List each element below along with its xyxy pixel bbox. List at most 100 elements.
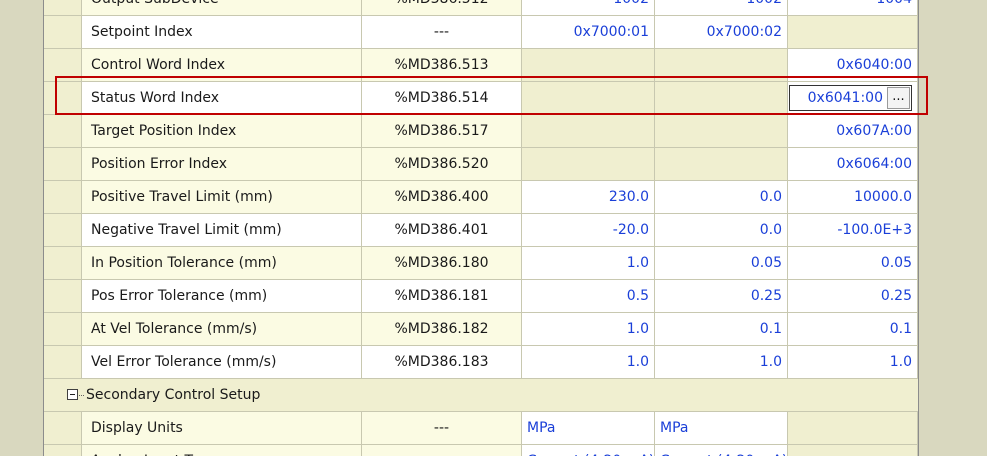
row-gutter	[44, 346, 82, 379]
value-cell[interactable]: 0.0	[655, 181, 788, 214]
row-gutter	[44, 148, 82, 181]
property-address: %MD386.181	[362, 280, 522, 313]
value-cell[interactable]: Current (4-20 mA)	[655, 445, 788, 456]
row-gutter	[44, 16, 82, 49]
value-cell[interactable]: 0.1	[655, 313, 788, 346]
value-cell[interactable]: 0.5	[522, 280, 655, 313]
empty-cell	[522, 115, 655, 148]
value-cell[interactable]: 1002	[522, 0, 655, 16]
property-name: Analog Input Type	[82, 445, 362, 456]
value-cell[interactable]: 1004	[788, 0, 918, 16]
row-gutter	[44, 115, 82, 148]
row-gutter	[44, 49, 82, 82]
group-label: Secondary Control Setup	[86, 387, 261, 403]
value-cell[interactable]: 0.25	[655, 280, 788, 313]
empty-cell	[655, 49, 788, 82]
value-cell[interactable]: 10000.0	[788, 181, 918, 214]
table-row[interactable]: Position Error Index %MD386.520 0x6064:0…	[44, 148, 918, 181]
value-cell[interactable]: 0.05	[655, 247, 788, 280]
property-address: %MD386.183	[362, 346, 522, 379]
property-name: Output SubDevice	[82, 0, 362, 16]
value-cell[interactable]: 0.25	[788, 280, 918, 313]
table-row[interactable]: In Position Tolerance (mm) %MD386.180 1.…	[44, 247, 918, 280]
property-name: Target Position Index	[82, 115, 362, 148]
table-row[interactable]: Display Units --- MPa MPa	[44, 412, 918, 445]
property-address: %MD386.514	[362, 82, 522, 115]
value-cell[interactable]: 0x6040:00	[788, 49, 918, 82]
row-gutter	[44, 0, 82, 16]
row-gutter	[44, 181, 82, 214]
property-name: Negative Travel Limit (mm)	[82, 214, 362, 247]
editor-value: 0x6041:00	[807, 90, 883, 106]
value-cell[interactable]: 0x607A:00	[788, 115, 918, 148]
value-cell-editing[interactable]: 0x6041:00 ...	[788, 82, 918, 115]
row-gutter	[44, 412, 82, 445]
empty-cell	[788, 412, 918, 445]
value-cell[interactable]: 0.05	[788, 247, 918, 280]
ellipsis-button[interactable]: ...	[887, 87, 910, 109]
property-address: %MD386.513	[362, 49, 522, 82]
property-address: ---	[362, 16, 522, 49]
table-row[interactable]: Analog Input Type Current (4-20 mA) Curr…	[44, 445, 918, 456]
property-name: Display Units	[82, 412, 362, 445]
table-row[interactable]: Setpoint Index --- 0x7000:01 0x7000:02	[44, 16, 918, 49]
property-name: At Vel Tolerance (mm/s)	[82, 313, 362, 346]
empty-cell	[788, 16, 918, 49]
table-row[interactable]: Target Position Index %MD386.517 0x607A:…	[44, 115, 918, 148]
row-gutter	[44, 313, 82, 346]
value-cell[interactable]: Current (4-20 mA)	[522, 445, 655, 456]
table-row[interactable]: Negative Travel Limit (mm) %MD386.401 -2…	[44, 214, 918, 247]
property-name: Pos Error Tolerance (mm)	[82, 280, 362, 313]
row-gutter	[44, 82, 82, 115]
property-address: %MD386.512	[362, 0, 522, 16]
property-name: In Position Tolerance (mm)	[82, 247, 362, 280]
value-cell[interactable]: 1.0	[655, 346, 788, 379]
empty-cell	[655, 148, 788, 181]
property-address: %MD386.180	[362, 247, 522, 280]
property-grid: Output SubDevice %MD386.512 1002 1002 10…	[43, 0, 919, 456]
row-gutter	[44, 247, 82, 280]
table-row-selected[interactable]: Status Word Index %MD386.514 0x6041:00 .…	[44, 82, 918, 115]
empty-cell	[522, 148, 655, 181]
value-cell[interactable]: 1.0	[522, 313, 655, 346]
property-address: %MD386.182	[362, 313, 522, 346]
property-address	[362, 445, 522, 456]
collapse-minus-icon[interactable]	[67, 389, 78, 400]
table-row[interactable]: Pos Error Tolerance (mm) %MD386.181 0.5 …	[44, 280, 918, 313]
row-gutter	[44, 214, 82, 247]
property-address: %MD386.400	[362, 181, 522, 214]
table-row[interactable]: Output SubDevice %MD386.512 1002 1002 10…	[44, 0, 918, 16]
value-cell[interactable]: 0x6064:00	[788, 148, 918, 181]
row-gutter	[44, 445, 82, 456]
value-cell[interactable]: 0x7000:02	[655, 16, 788, 49]
property-name: Control Word Index	[82, 49, 362, 82]
value-cell[interactable]: -100.0E+3	[788, 214, 918, 247]
status-word-index-input[interactable]: 0x6041:00 ...	[789, 85, 912, 111]
empty-cell	[788, 445, 918, 456]
value-cell[interactable]: 230.0	[522, 181, 655, 214]
property-address: %MD386.520	[362, 148, 522, 181]
value-cell[interactable]: 1002	[655, 0, 788, 16]
value-cell[interactable]: 0.1	[788, 313, 918, 346]
value-cell[interactable]: 0.0	[655, 214, 788, 247]
empty-cell	[655, 115, 788, 148]
value-cell[interactable]: 1.0	[522, 346, 655, 379]
group-header-secondary-control-setup[interactable]: Secondary Control Setup	[44, 379, 918, 412]
value-cell[interactable]: 0x7000:01	[522, 16, 655, 49]
value-cell[interactable]: -20.0	[522, 214, 655, 247]
table-row[interactable]: Positive Travel Limit (mm) %MD386.400 23…	[44, 181, 918, 214]
property-name: Setpoint Index	[82, 16, 362, 49]
table-row[interactable]: Vel Error Tolerance (mm/s) %MD386.183 1.…	[44, 346, 918, 379]
property-address: %MD386.401	[362, 214, 522, 247]
value-cell[interactable]: 1.0	[788, 346, 918, 379]
property-address: ---	[362, 412, 522, 445]
value-cell[interactable]: MPa	[522, 412, 655, 445]
property-name: Vel Error Tolerance (mm/s)	[82, 346, 362, 379]
tree-connector	[79, 395, 84, 396]
value-cell[interactable]: 1.0	[522, 247, 655, 280]
property-name: Position Error Index	[82, 148, 362, 181]
empty-cell	[522, 49, 655, 82]
table-row[interactable]: At Vel Tolerance (mm/s) %MD386.182 1.0 0…	[44, 313, 918, 346]
table-row[interactable]: Control Word Index %MD386.513 0x6040:00	[44, 49, 918, 82]
value-cell[interactable]: MPa	[655, 412, 788, 445]
